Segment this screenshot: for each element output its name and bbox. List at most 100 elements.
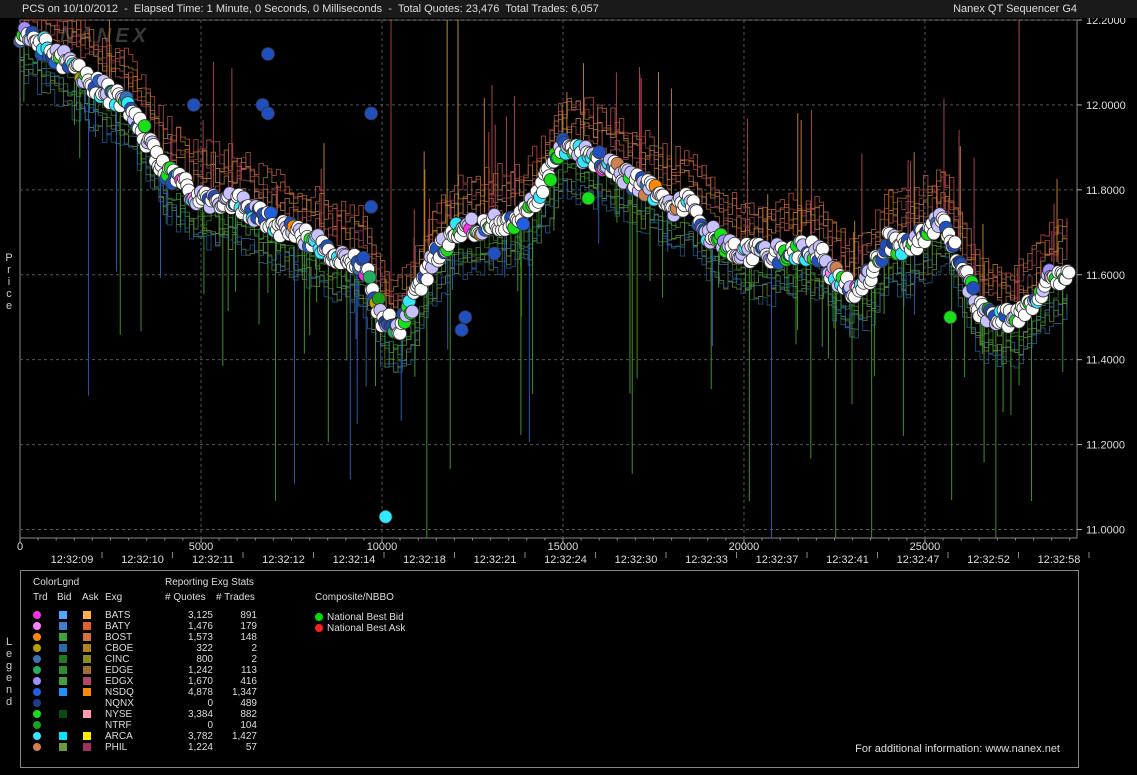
y-tick-label: 11.6000 bbox=[1086, 270, 1125, 282]
time-label: 12:32:10 bbox=[121, 554, 164, 566]
exchange-name: ARCA bbox=[105, 731, 133, 742]
y-tick-label: 11.0000 bbox=[1086, 525, 1125, 537]
trade-point bbox=[362, 270, 377, 285]
quote-count: 800 bbox=[196, 654, 213, 665]
y-tick-label: 11.2000 bbox=[1086, 440, 1125, 452]
time-label: 12:32:09 bbox=[51, 554, 94, 566]
legend-side-label: Legend bbox=[5, 636, 13, 708]
trade-point bbox=[948, 235, 962, 250]
time-label: 12:32:12 bbox=[262, 554, 305, 566]
trade-point bbox=[371, 291, 386, 306]
trade-count: 113 bbox=[241, 665, 257, 676]
col-exg: Exg bbox=[105, 592, 123, 603]
trade-count: 891 bbox=[240, 610, 257, 621]
trade-point bbox=[536, 185, 550, 199]
trade-color-dot bbox=[33, 622, 41, 630]
quote-count: 3,384 bbox=[187, 709, 213, 720]
time-label: 12:32:52 bbox=[967, 554, 1010, 566]
exchange-row-bost: BOST 1,573 148 bbox=[21, 632, 281, 643]
nbb-label: National Best Bid bbox=[327, 612, 404, 623]
quote-count: 1,224 bbox=[187, 742, 213, 753]
trade-count: 1,427 bbox=[231, 731, 257, 742]
ask-color-swatch bbox=[83, 688, 91, 696]
trade-count: 57 bbox=[245, 742, 257, 753]
trade-count: 489 bbox=[240, 698, 257, 709]
quote-count: 4,878 bbox=[187, 687, 213, 698]
col-trd: Trd bbox=[33, 592, 48, 603]
quote-count: 0 bbox=[207, 720, 213, 731]
exchange-row-nyse: NYSE 3,384 882 bbox=[21, 709, 281, 720]
exchange-row-cboe: CBOE 322 2 bbox=[21, 643, 281, 654]
nba-color-dot bbox=[315, 624, 323, 632]
x-tick-label: 10000 bbox=[367, 541, 398, 553]
bid-color-swatch bbox=[59, 666, 67, 674]
footer-note: For additional information: www.nanex.ne… bbox=[855, 743, 1060, 755]
trade-color-dot bbox=[33, 710, 41, 718]
time-label: 12:32:21 bbox=[474, 554, 517, 566]
nbb-color-dot bbox=[315, 613, 323, 621]
y-tick-label: 12.2000 bbox=[1086, 18, 1126, 27]
ask-color-swatch bbox=[83, 622, 91, 630]
trade-count: 148 bbox=[240, 632, 257, 643]
trade-point bbox=[464, 211, 479, 226]
exchange-name: EDGX bbox=[105, 676, 134, 687]
stats-title: Reporting Exg Stats bbox=[165, 577, 254, 588]
trade-count: 1,347 bbox=[231, 687, 257, 698]
x-tick-label: 15000 bbox=[548, 541, 579, 553]
time-label: 12:32:47 bbox=[897, 554, 940, 566]
quote-count: 3,125 bbox=[187, 610, 213, 621]
trade-count: 179 bbox=[240, 621, 257, 632]
trade-point bbox=[516, 217, 531, 231]
composite-title: Composite/NBBO bbox=[315, 592, 394, 603]
exchange-name: EDGE bbox=[105, 665, 134, 676]
ask-color-swatch bbox=[83, 666, 91, 674]
ask-color-swatch bbox=[83, 710, 91, 718]
trade-point bbox=[137, 119, 152, 134]
exchange-name: CBOE bbox=[105, 643, 134, 654]
time-label: 12:32:11 bbox=[192, 554, 234, 566]
price-chart[interactable]: NANEX12.200012.000011.800011.600011.4000… bbox=[0, 18, 1137, 568]
exchange-name: BATY bbox=[105, 621, 131, 632]
trade-point bbox=[405, 304, 420, 319]
trade-count: 2 bbox=[251, 654, 257, 665]
x-tick-label: 0 bbox=[17, 541, 23, 553]
quote-count: 1,573 bbox=[187, 632, 213, 643]
exchange-name: PHIL bbox=[105, 742, 128, 753]
ask-color-swatch bbox=[83, 732, 91, 740]
trade-color-dot bbox=[33, 666, 41, 674]
bid-color-swatch bbox=[59, 644, 67, 652]
trade-outlier-point bbox=[458, 310, 473, 325]
trade-point bbox=[1062, 265, 1076, 280]
trade-outlier-point bbox=[943, 310, 958, 325]
exchange-name: NYSE bbox=[105, 709, 133, 720]
quote-count: 1,670 bbox=[187, 676, 213, 687]
bid-color-swatch bbox=[59, 611, 67, 619]
time-label: 12:32:37 bbox=[756, 554, 799, 566]
ask-color-swatch bbox=[83, 644, 91, 652]
exchange-row-edge: EDGE 1,242 113 bbox=[21, 665, 281, 676]
trade-outlier-point bbox=[261, 106, 275, 121]
trade-color-dot bbox=[33, 721, 41, 729]
trade-point bbox=[966, 281, 981, 295]
trade-outlier-point bbox=[487, 246, 502, 261]
quote-count: 1,476 bbox=[187, 621, 213, 632]
exchange-row-edgx: EDGX 1,670 416 bbox=[21, 676, 281, 687]
time-label: 12:32:33 bbox=[685, 554, 728, 566]
y-tick-label: 12.0000 bbox=[1086, 100, 1126, 112]
exchange-row-bats: BATS 3,125 891 bbox=[21, 610, 281, 621]
time-label: 12:32:24 bbox=[544, 554, 587, 566]
trade-color-dot bbox=[33, 732, 41, 740]
trade-color-dot bbox=[33, 677, 41, 685]
trade-outlier-point bbox=[364, 106, 379, 121]
bid-color-swatch bbox=[59, 655, 67, 663]
exchange-row-ntrf: NTRF 0 104 bbox=[21, 720, 281, 731]
trade-outlier-point bbox=[364, 199, 379, 214]
plot-frame bbox=[19, 19, 1078, 539]
bid-color-swatch bbox=[59, 677, 67, 685]
bid-color-swatch bbox=[59, 622, 67, 630]
price-axis-label: Price bbox=[5, 252, 13, 312]
trade-count: 882 bbox=[240, 709, 257, 720]
trade-count: 2 bbox=[251, 643, 257, 654]
x-tick-label: 25000 bbox=[910, 541, 941, 553]
y-tick-label: 11.4000 bbox=[1086, 355, 1125, 367]
